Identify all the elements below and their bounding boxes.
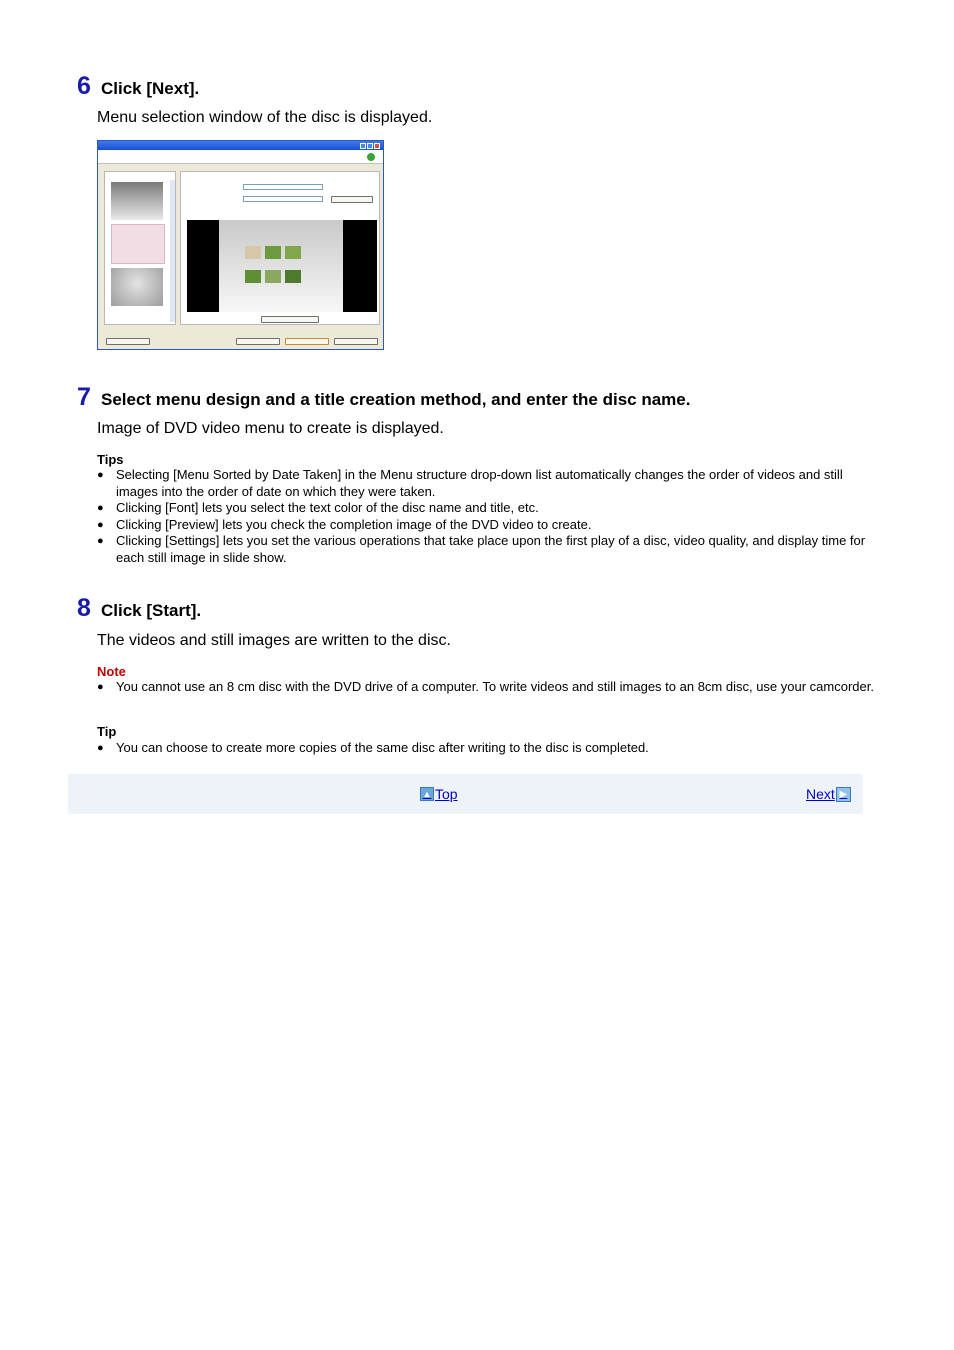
step-number: 6 <box>77 72 91 100</box>
start-button <box>285 338 329 345</box>
design-list-panel <box>104 171 176 325</box>
design-thumbnail <box>111 268 163 306</box>
font-button <box>331 196 373 203</box>
scrollbar <box>170 180 175 322</box>
step-6-heading: 6 Click [Next]. <box>77 72 199 101</box>
cancel-button <box>334 338 378 345</box>
note-label: Note <box>97 664 126 679</box>
step-title: Click [Start]. <box>101 601 202 620</box>
design-thumbnail <box>111 224 165 264</box>
list-item: You can choose to create more copies of … <box>97 740 877 757</box>
settings-button <box>106 338 150 345</box>
list-item: Clicking [Font] lets you select the text… <box>97 500 877 517</box>
window-header <box>98 150 383 164</box>
next-link[interactable]: Next ▶ <box>806 786 851 802</box>
right-arrow-icon: ▶ <box>835 786 851 802</box>
dvd-creation-window-screenshot <box>97 140 384 350</box>
step-8-description: The videos and still images are written … <box>97 632 451 649</box>
step-8-heading: 8 Click [Start]. <box>77 594 201 623</box>
top-link[interactable]: ▲ Top <box>420 786 458 802</box>
preview-button <box>261 316 319 323</box>
menu-panel <box>180 171 380 325</box>
up-arrow-icon: ▲ <box>420 787 434 801</box>
next-link-label: Next <box>806 786 835 802</box>
step-title: Click [Next]. <box>101 79 200 98</box>
design-thumbnail <box>111 182 163 220</box>
tips-list: Selecting [Menu Sorted by Date Taken] in… <box>97 467 877 566</box>
step-title: Select menu design and a title creation … <box>101 390 691 409</box>
step-6-description: Menu selection window of the disc is dis… <box>97 109 433 126</box>
list-item: You cannot use an 8 cm disc with the DVD… <box>97 679 877 696</box>
list-item: Selecting [Menu Sorted by Date Taken] in… <box>97 467 877 500</box>
menu-preview <box>187 220 377 312</box>
step-7-heading: 7 Select menu design and a title creatio… <box>77 383 690 412</box>
notes-list: You cannot use an 8 cm disc with the DVD… <box>97 679 877 696</box>
tip-list: You can choose to create more copies of … <box>97 740 877 757</box>
top-link-label: Top <box>435 786 458 802</box>
window-titlebar <box>98 141 383 150</box>
back-button <box>236 338 280 345</box>
help-icon <box>367 153 375 161</box>
step-number: 7 <box>77 383 91 411</box>
tips-label: Tips <box>97 452 124 467</box>
list-item: Clicking [Settings] lets you set the var… <box>97 533 877 566</box>
list-item: Clicking [Preview] lets you check the co… <box>97 517 877 534</box>
step-7-description: Image of DVD video menu to create is dis… <box>97 420 444 437</box>
footer-nav-bar: ▲ Top Next ▶ <box>68 774 863 814</box>
step-number: 8 <box>77 594 91 622</box>
tip-label: Tip <box>97 724 117 739</box>
